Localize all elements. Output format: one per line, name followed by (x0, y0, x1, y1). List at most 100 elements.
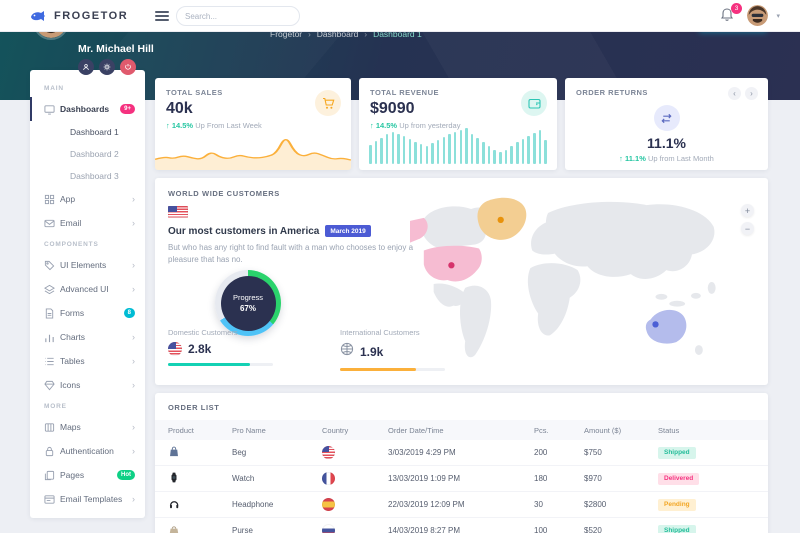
sidebar-item-label: Authentication (60, 446, 132, 456)
order-pcs: 180 (521, 474, 571, 483)
sidebar-section-components: COMPONENTS (30, 235, 145, 253)
sidebar-item-label: Maps (60, 422, 132, 432)
world-map (410, 192, 760, 374)
sidebar-item-advanced-ui[interactable]: Advanced UI › (30, 277, 145, 301)
map-australia[interactable] (646, 310, 687, 344)
delta-value: ↑ 11.1% (619, 154, 646, 163)
domestic-progress-bar (168, 363, 273, 366)
menu-toggle-icon[interactable] (155, 11, 169, 21)
sidebar-item-tables[interactable]: Tables › (30, 349, 145, 373)
envelope-icon (44, 218, 60, 229)
brand-logo[interactable]: FROGETOR (30, 0, 128, 32)
russia-flag (322, 524, 335, 533)
order-amount: $2800 (571, 500, 645, 509)
mail-template-icon (44, 494, 60, 505)
column-country: Country (309, 426, 375, 435)
sidebar-item-label: Charts (60, 332, 132, 342)
notification-badge: 3 (731, 3, 742, 14)
sidebar-item-label: App (60, 194, 132, 204)
headphone-product-icon (168, 497, 180, 512)
table-row[interactable]: Purse 14/03/2019 8:27 PM 100 $520 Shippe… (155, 518, 768, 533)
total-revenue-card: TOTAL REVENUE $9090 ↑ 14.5% Up from yest… (359, 78, 557, 170)
sidebar-item-dashboard-1[interactable]: Dashboard 1 (30, 121, 145, 143)
order-date: 14/03/2019 8:27 PM (375, 526, 521, 533)
prev-button[interactable]: ‹ (728, 87, 741, 100)
chevron-right-icon: › (132, 218, 135, 228)
chevron-right-icon: › (132, 332, 135, 342)
order-pcs: 100 (521, 526, 571, 533)
product-name: Headphone (219, 500, 309, 509)
exchange-arrows-icon (654, 105, 680, 131)
status-badge: Shipped (658, 447, 696, 459)
pages-badge: Hot (117, 470, 135, 480)
order-returns-card: ORDER RETURNS ‹ › 11.1% ↑ 11.1% Up from … (565, 78, 768, 170)
product-name: Beg (219, 448, 309, 457)
watch-product-icon (168, 471, 180, 486)
sidebar-item-label: Email (60, 218, 132, 228)
map-alaska[interactable] (410, 218, 428, 243)
sidebar-item-charts[interactable]: Charts › (30, 325, 145, 349)
sidebar: MAIN Dashboards 9+ Dashboard 1 Dashboard… (30, 70, 145, 518)
usa-flag (322, 446, 335, 459)
grid-icon (44, 194, 60, 205)
status-badge: Pending (658, 499, 696, 511)
sidebar-item-email[interactable]: Email › (30, 211, 145, 235)
notifications-button[interactable]: 3 (720, 7, 738, 25)
next-button[interactable]: › (745, 87, 758, 100)
table-row[interactable]: Headphone 22/03/2019 12:09 PM 30 $2800 P… (155, 492, 768, 518)
sidebar-item-icons[interactable]: Icons › (30, 373, 145, 397)
map-mexico[interactable] (434, 283, 465, 306)
table-row[interactable]: Beg 3/03/2019 4:29 PM 200 $750 Shipped (155, 440, 768, 466)
map-marker-usa[interactable] (448, 262, 454, 268)
search-box (176, 6, 300, 26)
sidebar-item-pages[interactable]: Pages Hot (30, 463, 145, 487)
order-date: 13/03/2019 1:09 PM (375, 474, 521, 483)
map-marker-greenland[interactable] (498, 217, 504, 223)
sidebar-item-dashboard-2[interactable]: Dashboard 2 (30, 143, 145, 165)
globe-icon (340, 342, 354, 361)
profile-button[interactable] (78, 59, 94, 75)
table-row[interactable]: Watch 13/03/2019 1:09 PM 180 $970 Delive… (155, 466, 768, 492)
chevron-right-icon: › (132, 380, 135, 390)
dashboards-badge: 9+ (120, 104, 135, 114)
map-zoom-in-button[interactable]: + (741, 204, 754, 217)
sidebar-item-ui-elements[interactable]: UI Elements › (30, 253, 145, 277)
tag-icon (44, 260, 60, 271)
progress-label: Progress (233, 293, 263, 302)
sidebar-item-dashboard-3[interactable]: Dashboard 3 (30, 165, 145, 187)
map-canada[interactable] (422, 206, 488, 248)
progress-ring: Progress 67% (215, 270, 281, 336)
sidebar-item-authentication[interactable]: Authentication › (30, 439, 145, 463)
pages-icon (44, 470, 60, 481)
product-name: Purse (219, 526, 309, 533)
user-menu-caret-icon[interactable]: ▾ (776, 12, 780, 20)
sidebar-item-label: Dashboards (60, 104, 120, 114)
chevron-right-icon: › (132, 356, 135, 366)
map-south-america[interactable] (460, 286, 491, 358)
logout-button[interactable] (120, 59, 136, 75)
user-menu-avatar[interactable] (747, 5, 768, 26)
chevron-right-icon: › (132, 422, 135, 432)
map-icon (44, 422, 60, 433)
sidebar-item-label: Pages (60, 470, 117, 480)
map-zoom-out-button[interactable]: − (741, 222, 754, 235)
column-pro-name: Pro Name (219, 426, 309, 435)
map-africa[interactable] (528, 263, 581, 335)
settings-button[interactable] (99, 59, 115, 75)
sidebar-item-dashboards[interactable]: Dashboards 9+ (30, 97, 145, 121)
wallet-icon (521, 90, 547, 116)
sidebar-item-app[interactable]: App › (30, 187, 145, 211)
search-input[interactable] (185, 12, 295, 21)
topbar: FROGETOR 3 ▾ (0, 0, 800, 32)
sidebar-item-maps[interactable]: Maps › (30, 415, 145, 439)
sidebar-item-email-templates[interactable]: Email Templates › (30, 487, 145, 511)
sidebar-item-label: Email Templates (60, 494, 132, 504)
order-table-header: Product Pro Name Country Order Date/Time… (155, 420, 768, 440)
chevron-right-icon: › (132, 260, 135, 270)
total-sales-card: TOTAL SALES 40k ↑ 14.5% Up From Last Wee… (155, 78, 351, 170)
chevron-right-icon: › (132, 446, 135, 456)
international-customers-value: 1.9k (360, 345, 383, 359)
map-marker-australia[interactable] (652, 321, 658, 327)
sidebar-item-forms[interactable]: Forms 8 (30, 301, 145, 325)
gem-icon (44, 380, 60, 391)
